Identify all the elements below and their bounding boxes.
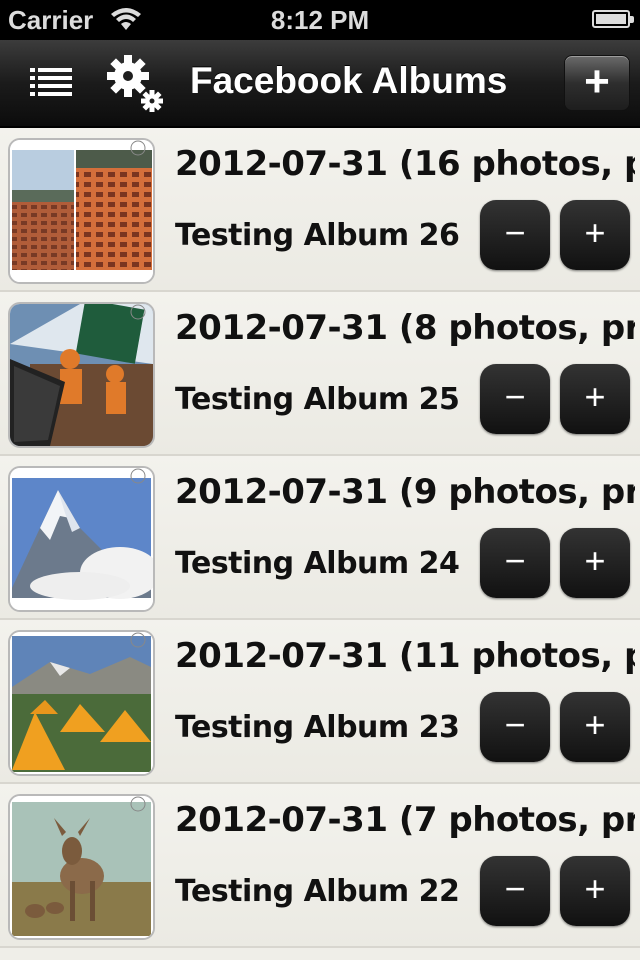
plus-button[interactable]: + [560,364,630,434]
album-date-line: 2012-07-31 (8 photos, privac... [175,308,635,348]
status-bar: Carrier 8:12 PM [0,0,640,40]
album-thumbnail [8,302,155,448]
add-album-button[interactable]: + [564,55,630,111]
album-name: Testing Album 25 [175,382,460,417]
album-thumbnail [8,138,155,284]
list-item[interactable]: 2012-07-31 (7 photos, privac... Testing … [0,784,640,948]
album-date-line: 2012-07-31 (7 photos, privac... [175,800,635,840]
album-thumbnail [8,794,155,940]
list-item[interactable]: 2012-07-31 (8 photos, privac... Testing … [0,292,640,456]
album-thumbnail [8,466,155,612]
gear-icon [107,55,163,112]
album-name: Testing Album 24 [175,546,460,581]
list-item[interactable]: 2012-07-31 (9 photos, privac... Testing … [0,456,640,620]
album-date-line: 2012-07-31 (16 photos, priv... [175,144,635,184]
album-date-line: 2012-07-31 (9 photos, privac... [175,472,635,512]
list-menu-button[interactable] [28,62,76,106]
plus-button[interactable]: + [560,200,630,270]
minus-button[interactable]: − [480,692,550,762]
list-icon [30,68,72,96]
plus-button[interactable]: + [560,528,630,598]
battery-icon [592,10,634,28]
settings-button[interactable] [104,54,168,116]
plus-button[interactable]: + [560,692,630,762]
page-title: Facebook Albums [190,60,508,101]
album-date-line: 2012-07-31 (11 photos, priv... [175,636,635,676]
list-item[interactable]: 2012-07-31 (11 photos, priv... Testing A… [0,620,640,784]
minus-button[interactable]: − [480,364,550,434]
nav-bar: Facebook Albums + [0,40,640,128]
minus-button[interactable]: − [480,200,550,270]
album-thumbnail [8,630,155,776]
minus-button[interactable]: − [480,528,550,598]
album-name: Testing Album 23 [175,710,460,745]
album-name: Testing Album 26 [175,218,460,253]
plus-button[interactable]: + [560,856,630,926]
clock: 8:12 PM [270,5,370,35]
minus-button[interactable]: − [480,856,550,926]
list-item[interactable]: 2012-07-31 (16 photos, priv... Testing A… [0,128,640,292]
album-name: Testing Album 22 [175,874,460,909]
album-list: 2012-07-31 (16 photos, priv... Testing A… [0,128,640,960]
